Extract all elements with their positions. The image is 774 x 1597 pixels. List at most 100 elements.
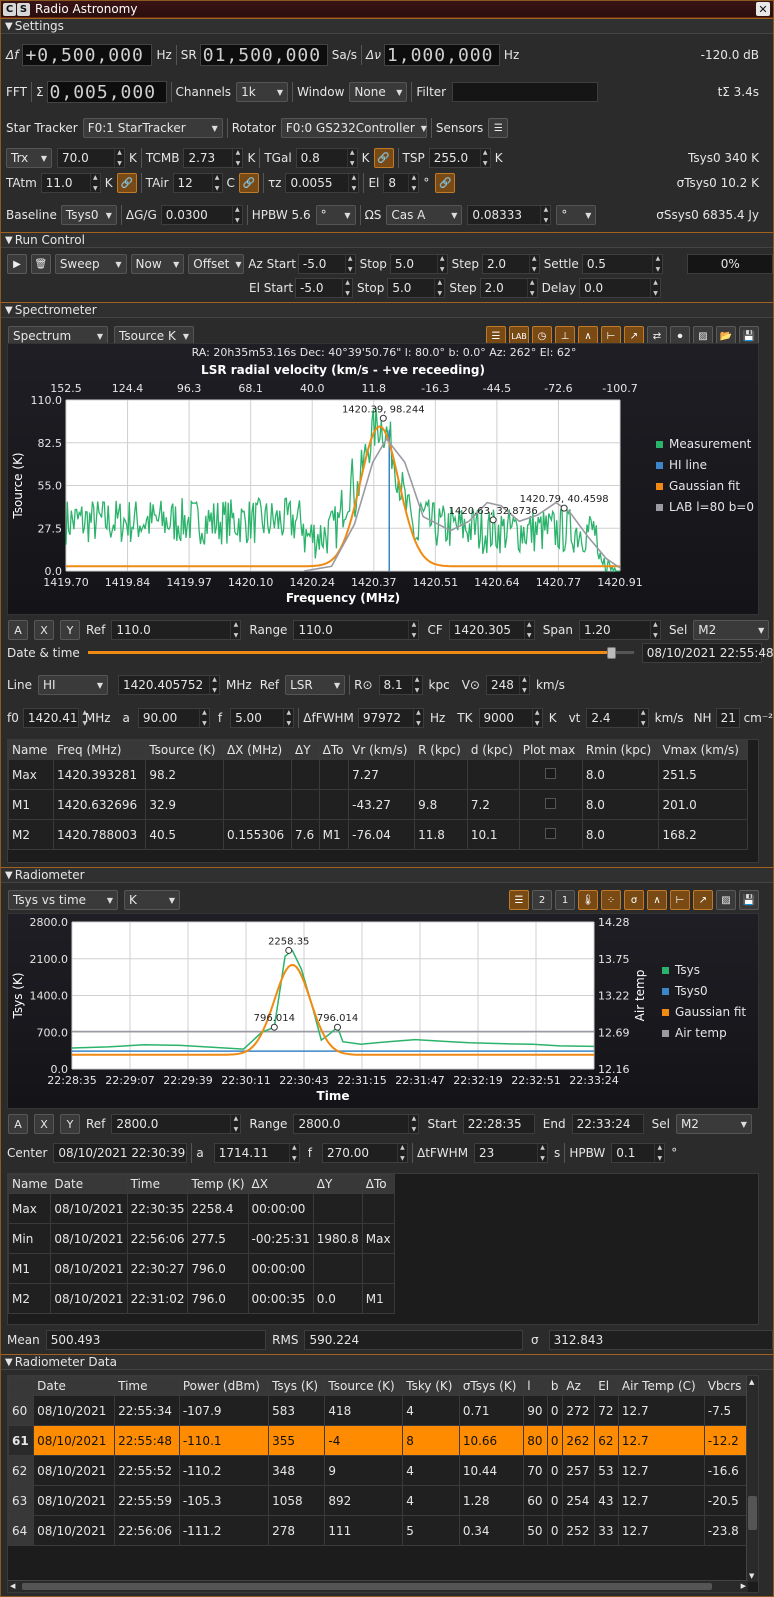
spin-arrows-icon[interactable]: ▲ ▼ [540,206,550,224]
spectrometer-section-header[interactable]: ▼ Spectrometer [1,302,773,318]
tatm-spinbox[interactable]: 11.0 ▲ ▼ [40,173,101,193]
collapse-triangle-icon[interactable]: ▼ [5,305,13,316]
table-row[interactable]: Max 08/10/2021 22:30:35 2258.4 00:00:00 [8,1193,395,1224]
channel-badge-s[interactable]: S [17,2,30,16]
dt-fwhm-spinbox[interactable]: 23 ▲ ▼ [474,1143,549,1163]
rotator-combo[interactable]: F0:0 GS232Controller ▼ [280,118,427,138]
az-step-spinbox[interactable]: 2.0 ▲ ▼ [481,254,540,274]
spin-arrows-icon[interactable]: ▲ ▼ [412,709,423,727]
image-icon[interactable]: ▨ [716,890,736,910]
scroll-up-icon[interactable]: ▲ [749,1378,754,1386]
radiometer-chart[interactable]: 22:28:35 22:29:07 22:29:39 22:30:11 22:30:43… [7,913,759,1109]
settings-section-header[interactable]: ▼ Settings [1,18,773,34]
offset-combo[interactable]: Offset ▼ [188,254,245,274]
radiometer-data-section-header[interactable]: ▼ Radiometer Data [1,1354,773,1370]
column-header[interactable]: ΔX (MHz) [222,740,293,760]
column-header[interactable]: Air Temp (C) [617,1376,705,1396]
column-header[interactable]: Az [562,1376,596,1396]
column-header[interactable]: d (kpc) [466,740,520,760]
plot-max-checkbox[interactable] [545,827,557,839]
markers-toggle-icon[interactable]: ☰ [509,890,529,910]
az-stop-spinbox[interactable]: 5.0 ▲ ▼ [389,254,448,274]
spin-arrows-icon[interactable]: ▲ ▼ [518,676,529,694]
tsp-spinbox[interactable]: 255.0 ▲ ▼ [428,148,491,168]
column-header[interactable]: Time [114,1376,180,1396]
sweep-combo[interactable]: Sweep ▼ [54,254,127,274]
spin-arrows-icon[interactable]: ▲ ▼ [342,279,352,297]
marker-select-combo[interactable]: M2 ▼ [693,620,770,640]
play-icon[interactable]: ▶ [7,254,27,274]
radiometer-mode-combo[interactable]: Tsys vs time ▼ [8,890,118,910]
column-header[interactable]: Name [8,1174,52,1194]
scrollbar-thumb[interactable] [22,1583,712,1590]
table-row[interactable]: M2 1420.788003 40.5 0.155306 7.6 M1 -76.04 11.8… [8,819,748,850]
column-header[interactable]: Tsys (K) [268,1376,326,1396]
trash-icon[interactable]: 🗑 [30,254,51,274]
collapse-triangle-icon[interactable]: ▼ [5,235,13,246]
column-header[interactable]: El [594,1376,619,1396]
marker-select-combo[interactable]: M2 ▼ [675,1114,752,1134]
spin-arrows-icon[interactable]: ▲ ▼ [650,279,660,297]
dgg-spinbox[interactable]: 0.0300 ▲ ▼ [160,205,243,225]
two-d-icon[interactable]: 2 [532,890,552,910]
start-time-combo[interactable]: Now ▼ [130,254,185,274]
sr-digits[interactable]: 01,500,000 [199,44,328,66]
column-header[interactable]: Freq (MHz) [52,740,147,760]
column-header[interactable]: Vmax (km/s) [658,740,748,760]
spin-arrows-icon[interactable]: ▲ ▼ [348,174,358,192]
table-row[interactable]: Min 08/10/2021 22:56:06 277.5 -00:25:31 1980.… [8,1223,395,1254]
column-header[interactable]: b [546,1376,564,1396]
ref-spinbox[interactable]: 110.0 ▲ ▼ [111,620,242,640]
amp-spinbox[interactable]: 90.00 ▲ ▼ [137,708,210,728]
close-icon[interactable]: ✕ [756,2,770,16]
spin-arrows-icon[interactable]: ▲ ▼ [537,1144,547,1162]
omega-unit-combo[interactable]: ° ▼ [556,205,597,225]
column-header[interactable]: Name [8,740,54,760]
column-header[interactable]: Plot max [518,740,583,760]
spin-arrows-icon[interactable]: ▲ ▼ [230,1115,240,1133]
dv-digits[interactable]: 1,000,000 [383,44,500,66]
spin-arrows-icon[interactable]: ▲ ▼ [479,149,490,167]
spin-arrows-icon[interactable]: ▲ ▼ [408,1115,418,1133]
scroll-right-icon[interactable]: ▶ [741,1582,746,1590]
column-header[interactable] [8,1376,35,1396]
scrollbar-thumb[interactable] [748,1496,757,1530]
collapse-triangle-icon[interactable]: ▼ [5,1357,13,1368]
tair-spinbox[interactable]: 12 ▲ ▼ [172,173,223,193]
trx-combo[interactable]: Trx ▼ [6,148,52,168]
spin-arrows-icon[interactable]: ▲ ▼ [637,709,648,727]
collapse-triangle-icon[interactable]: ▼ [5,870,13,881]
df-digits[interactable]: +0,500,000 [22,44,153,66]
filter-input[interactable] [452,82,599,102]
star-tracker-combo[interactable]: F0:1 StarTracker ▼ [82,118,223,138]
omega-source-combo[interactable]: Cas A ▼ [386,205,463,225]
az-start-spinbox[interactable]: -5.0 ▲ ▼ [297,254,356,274]
column-header[interactable]: σTsys (K) [458,1376,525,1396]
link-icon[interactable]: 🔗 [373,148,394,168]
nh-spinbox[interactable]: 21 [715,708,740,728]
radiometer-units-combo[interactable]: K ▼ [124,890,180,910]
scroll-down-icon[interactable]: ▼ [749,1572,754,1580]
date-time-slider[interactable] [87,646,634,660]
link-icon[interactable]: 🔗 [116,173,137,193]
el-spinbox[interactable]: 8 ▲ ▼ [383,173,420,193]
link-icon[interactable]: 🔗 [238,173,259,193]
date-time-field[interactable]: 08/10/2021 22:55:48 [641,643,774,663]
ref-frame-combo[interactable]: LSR ▼ [285,675,346,695]
v0-spinbox[interactable]: 248 ▲ ▼ [485,675,530,695]
range-spinbox[interactable]: 2800.0 ▲ ▼ [293,1114,420,1134]
spin-arrows-icon[interactable]: ▲ ▼ [209,676,219,694]
dfwhm-spinbox[interactable]: 97972 ▲ ▼ [357,708,424,728]
window-combo[interactable]: None ▼ [349,82,408,102]
one-d-icon[interactable]: 1 [555,890,575,910]
column-header[interactable]: ΔY [291,740,320,760]
table-row[interactable]: M1 08/10/2021 22:30:27 796.0 00:00:00 [8,1253,395,1284]
floor-spinbox[interactable]: 270.00 ▲ ▼ [321,1143,408,1163]
baseline-combo[interactable]: Tsys0 ▼ [60,205,117,225]
spin-arrows-icon[interactable]: ▲ ▼ [198,709,209,727]
spin-arrows-icon[interactable]: ▲ ▼ [652,255,662,273]
spin-arrows-icon[interactable]: ▲ ▼ [408,174,418,192]
plot-max-checkbox[interactable] [545,767,557,779]
column-header[interactable]: ΔY [312,1174,363,1194]
tcmb-spinbox[interactable]: 2.73 ▲ ▼ [183,148,244,168]
